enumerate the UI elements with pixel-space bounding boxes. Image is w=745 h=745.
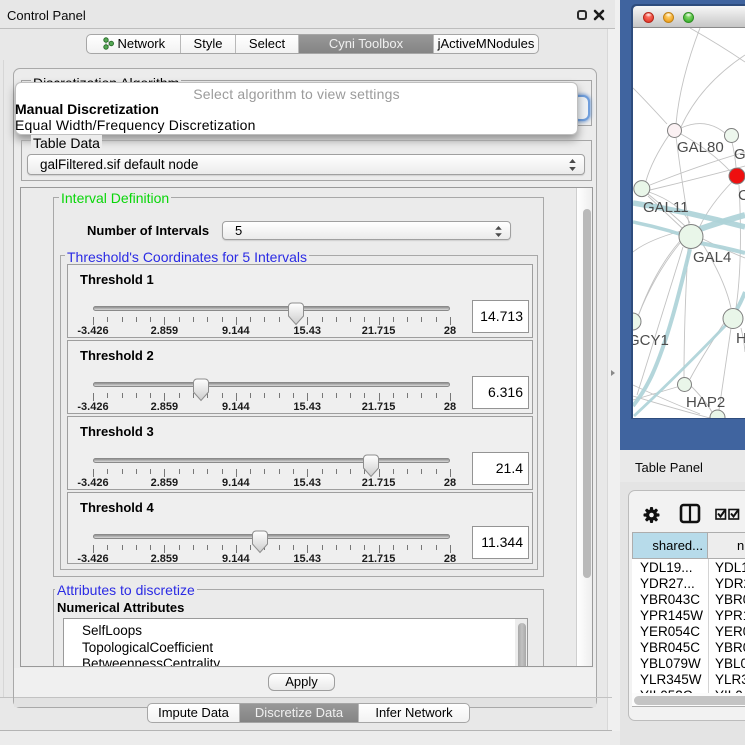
svg-text:GAL: GAL <box>734 146 745 163</box>
svg-text:HI: HI <box>736 330 745 347</box>
svg-text:GAL11: GAL11 <box>643 199 689 216</box>
svg-text:HAP2: HAP2 <box>686 394 725 411</box>
svg-text:CY: CY <box>738 187 745 204</box>
svg-text:GAL4: GAL4 <box>693 249 731 266</box>
svg-text:GCY1: GCY1 <box>633 332 669 349</box>
svg-text:GAL80: GAL80 <box>677 139 724 156</box>
